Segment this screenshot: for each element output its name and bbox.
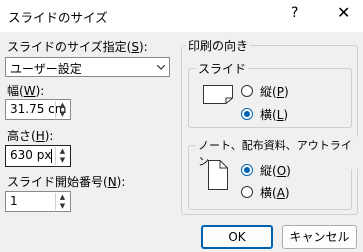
cancel-button[interactable]: キャンセル [282,225,357,249]
width-spin-field[interactable]: 31.75 cm ▲ ▼ [5,99,71,120]
slide-orientation-title: スライド [196,60,249,77]
text-cursor [51,149,52,163]
notes-portrait-radio[interactable] [241,164,253,176]
start-number-spin-field[interactable]: 1 ▲ ▼ [5,191,71,212]
dialog-title: スライドのサイズ [8,10,108,25]
slide-portrait-label[interactable]: 縦(P) [260,83,289,100]
spin-up-icon[interactable]: ▲ [56,147,69,156]
portrait-page-icon [208,160,228,190]
notes-portrait-label[interactable]: 縦(O) [260,162,291,179]
spin-up-icon[interactable]: ▲ [56,101,69,110]
slide-size-label: スライドのサイズ指定(S): [7,40,148,54]
notes-landscape-label[interactable]: 横(A) [260,184,290,201]
height-spin-field[interactable]: 630 px ▲ ▼ [5,145,71,167]
slide-landscape-label[interactable]: 横(L) [260,106,288,123]
slide-size-select[interactable]: ユーザー設定 [5,57,170,77]
spin-down-icon[interactable]: ▼ [56,202,69,211]
help-icon[interactable]: ? [291,5,298,21]
chevron-down-icon [157,65,165,70]
height-spinner[interactable]: ▲ ▼ [55,147,69,165]
landscape-page-icon [203,85,233,104]
start-number-spinner[interactable]: ▲ ▼ [55,193,69,210]
height-label: 高さ(H): [7,129,54,143]
width-label: 幅(W): [7,84,45,98]
notes-landscape-radio[interactable] [241,186,253,198]
slide-landscape-radio[interactable] [241,108,253,120]
orientation-group-title: 印刷の向き [186,37,251,54]
spin-down-icon[interactable]: ▼ [56,156,69,165]
ok-button[interactable]: OK [201,225,273,249]
close-icon[interactable]: ✕ [337,3,350,22]
spin-down-icon[interactable]: ▼ [56,110,69,119]
slide-portrait-radio[interactable] [241,85,253,97]
start-number-label: スライド開始番号(N): [7,175,126,189]
width-spinner[interactable]: ▲ ▼ [55,101,69,118]
spin-up-icon[interactable]: ▲ [56,193,69,202]
